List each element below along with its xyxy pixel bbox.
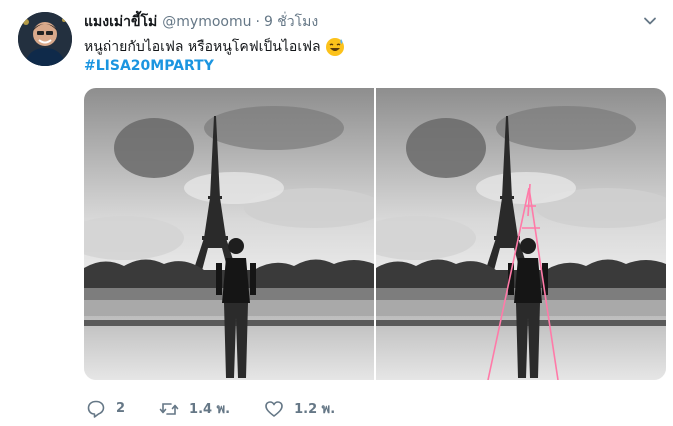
display-name[interactable]: แมงเม่าขี้โม่ — [84, 11, 157, 33]
photo-eiffel-original[interactable] — [84, 88, 374, 380]
separator-dot: · — [255, 14, 260, 30]
like-button[interactable]: 1.2 พ. — [264, 398, 335, 419]
reply-count: 2 — [116, 401, 126, 416]
tweet-text: หนูถ่ายกับไอเฟล หรือหนูโคฟเป็นไอเฟล — [84, 39, 321, 55]
tweet-header: แมงเม่าขี้โม่ @mymoomu · 9 ชั่วโมง — [84, 12, 318, 32]
tweet-text-line: หนูถ่ายกับไอเฟล หรือหนูโคฟเป็นไอเฟล — [84, 36, 345, 58]
tweet-actions: 2 1.4 พ. 1.2 พ. — [86, 398, 369, 419]
avatar[interactable] — [18, 12, 72, 66]
retweet-count: 1.4 พ. — [189, 402, 231, 417]
chevron-down-icon[interactable] — [639, 10, 661, 32]
reply-button[interactable]: 2 — [86, 399, 125, 419]
sweat-smile-emoji — [325, 37, 345, 57]
retweet-icon — [159, 402, 179, 415]
media-grid — [84, 88, 666, 380]
like-count: 1.2 พ. — [294, 402, 336, 417]
timestamp[interactable]: 9 ชั่วโมง — [264, 11, 318, 33]
hashtag-link[interactable]: #LISA20MPARTY — [84, 58, 214, 74]
heart-icon — [265, 400, 283, 417]
reply-icon — [87, 400, 105, 418]
user-handle[interactable]: @mymoomu — [162, 14, 251, 30]
retweet-button[interactable]: 1.4 พ. — [159, 398, 230, 419]
tweet[interactable]: แมงเม่าขี้โม่ @mymoomu · 9 ชั่วโมง หนูถ่… — [0, 0, 673, 426]
photo-eiffel-annotated[interactable] — [376, 88, 666, 380]
